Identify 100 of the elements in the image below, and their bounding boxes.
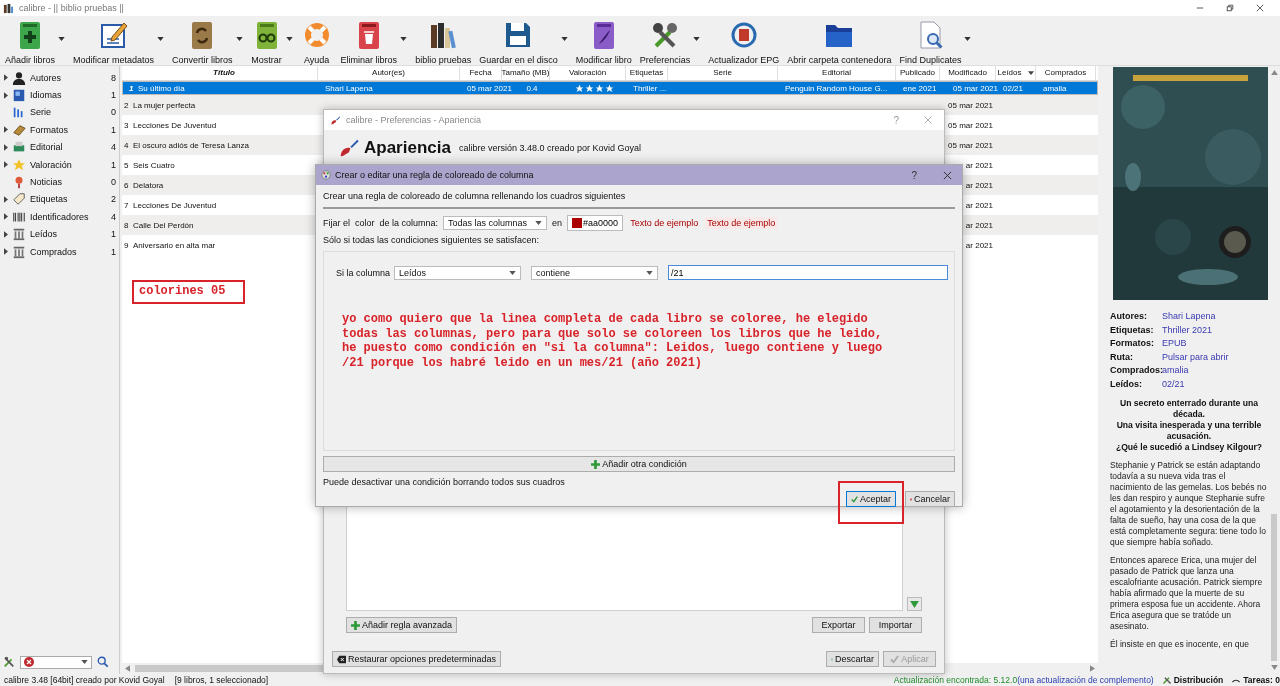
sample-text: Texto de ejemplo bbox=[705, 217, 778, 229]
field-link[interactable]: Thriller 2021 bbox=[1162, 324, 1268, 335]
annotation-note: yo como quiero que la linea completa de cada libro se coloree, he elegido todas las columnas, pero para que solo se coloreen los libros que he leido, he puesto como condición en "si la columna": Leidos, luego contiene y luego /21 porque los habré leido en un mes/21 (año 2021) bbox=[342, 312, 884, 371]
column-header[interactable]: Editorial bbox=[778, 66, 896, 80]
scroll-right-icon[interactable] bbox=[1087, 665, 1098, 672]
column-header[interactable]: Tamaño (MB) bbox=[502, 66, 550, 80]
expand-icon[interactable] bbox=[4, 91, 8, 99]
toolbar-button[interactable]: biblio pruebas bbox=[413, 16, 474, 65]
expand-icon[interactable] bbox=[4, 161, 8, 169]
table-row[interactable]: 1 Su último día Shari Lapena 05 mar 2021 0.4 Thriller ... Penguin Random House G... ene 2021 05 mar 2021 02/21 amalia bbox=[122, 81, 1098, 95]
status-text[interactable]: Tareas: 0 bbox=[1243, 675, 1280, 685]
value-input[interactable]: /21 bbox=[668, 265, 949, 280]
expand-icon[interactable] bbox=[4, 230, 8, 238]
field-link[interactable]: Pulsar para abrir bbox=[1162, 351, 1268, 362]
scrollbar-thumb[interactable] bbox=[1271, 514, 1277, 661]
tag-browser-item[interactable]: Autores 8 bbox=[0, 69, 119, 87]
table-cell: Lecciones De Juventud bbox=[133, 200, 217, 210]
column-header[interactable]: Serie bbox=[668, 66, 778, 80]
expand-icon[interactable] bbox=[4, 195, 8, 203]
expand-icon[interactable] bbox=[4, 213, 8, 221]
color-button[interactable]: #aa0000 bbox=[567, 215, 624, 231]
status-text[interactable]: Distribución bbox=[1173, 675, 1224, 685]
column-header[interactable]: Etiquetas bbox=[626, 66, 668, 80]
item-count: 1 bbox=[110, 229, 117, 240]
toolbar-button[interactable]: Preferencias bbox=[637, 16, 703, 65]
tag-browser-item[interactable]: Comprados 1 bbox=[0, 242, 119, 261]
add-rule-button[interactable]: Añadir regla avanzada bbox=[346, 617, 458, 633]
column-header[interactable]: Modificado bbox=[940, 66, 996, 80]
scroll-left-icon[interactable] bbox=[122, 665, 133, 672]
close-icon[interactable] bbox=[943, 170, 952, 180]
tag-browser-item[interactable]: Idiomas 1 bbox=[0, 86, 119, 104]
operator-dropdown[interactable]: contiene bbox=[531, 265, 659, 280]
toolbar-button[interactable]: Find Duplicates bbox=[897, 16, 974, 65]
field-link[interactable]: amalia bbox=[1162, 365, 1268, 375]
tag-browser-item[interactable]: Formatos 1 bbox=[0, 121, 119, 139]
column-header[interactable]: Título bbox=[131, 66, 318, 80]
scroll-down-icon[interactable] bbox=[1270, 665, 1278, 670]
table-cell: 05 mar 2021 bbox=[467, 83, 512, 93]
tag-browser-item[interactable]: Leídos 1 bbox=[0, 225, 119, 243]
restore-defaults-button[interactable]: Restaurar opciones predeterminadas bbox=[332, 651, 502, 667]
tag-browser-item[interactable]: Valoración 1 bbox=[0, 155, 119, 174]
dialog-button[interactable]: Aceptar bbox=[846, 491, 896, 507]
item-count: 1 bbox=[110, 159, 117, 170]
move-down-button[interactable] bbox=[907, 597, 922, 611]
toolbar-button[interactable]: Guardar en el disco bbox=[477, 16, 570, 65]
item-label: Noticias bbox=[30, 177, 63, 188]
field-link[interactable]: Shari Lapena bbox=[1162, 311, 1268, 321]
table-cell: ar 2021 bbox=[965, 180, 993, 190]
tag-browser-item[interactable]: Editorial 4 bbox=[0, 138, 119, 156]
item-count: 0 bbox=[110, 177, 117, 188]
tag-browser-item[interactable]: Serie 0 bbox=[0, 103, 119, 122]
tag-browser-item[interactable]: Etiquetas 2 bbox=[0, 190, 119, 209]
field-label: en bbox=[552, 218, 563, 228]
close-icon[interactable] bbox=[1256, 4, 1264, 12]
search-field[interactable] bbox=[20, 655, 92, 669]
toolbar-button[interactable]: Convertir libros bbox=[170, 16, 245, 65]
tag-browser-item[interactable]: Identificadores 4 bbox=[0, 208, 119, 226]
table-cell: Thriller ... bbox=[633, 83, 667, 93]
toolbar-button[interactable]: Actualizador EPG bbox=[706, 16, 782, 65]
caret-icon bbox=[964, 37, 972, 41]
rating-star bbox=[594, 83, 604, 93]
field-link[interactable]: 02/21 bbox=[1162, 378, 1268, 389]
add-condition-button[interactable]: Añadir otra condición bbox=[323, 456, 955, 472]
scroll-up-icon[interactable] bbox=[1270, 70, 1278, 75]
expand-icon[interactable] bbox=[4, 143, 8, 151]
restore-icon[interactable] bbox=[1226, 4, 1234, 12]
toolbar-button[interactable]: Modificar metadatos bbox=[71, 16, 167, 65]
discard-button[interactable]: Descartar bbox=[826, 651, 879, 667]
sample-text: Texto de ejemplo bbox=[629, 217, 700, 229]
column-header[interactable]: Fecha bbox=[460, 66, 502, 80]
search-icon[interactable] bbox=[97, 656, 109, 668]
dialog-button[interactable]: Cancelar bbox=[905, 491, 955, 507]
toolbar-button[interactable]: Mostrar bbox=[248, 16, 295, 65]
expand-icon[interactable] bbox=[4, 126, 8, 134]
help-button[interactable]: ? bbox=[911, 169, 917, 181]
description-paragraph: Stephanie y Patrick se están adaptando todavía a su nueva vida tras el nacimiento de las gemelas. Los bebés no les dan respiro y aunque Stephanie sufre el agotamiento y la desorientación de la falta de sueño, hay una cosa de la que está completamente segura: tiene todo lo que siempre había soñado. bbox=[1110, 459, 1268, 548]
column-header[interactable]: Leídos bbox=[996, 66, 1036, 80]
column-header[interactable]: Autor(es) bbox=[318, 66, 460, 80]
expand-icon[interactable] bbox=[4, 248, 8, 256]
toolbar-button[interactable]: Eliminar libros bbox=[338, 16, 410, 65]
clear-icon[interactable] bbox=[24, 657, 34, 667]
column-dropdown[interactable]: Todas las columnas bbox=[443, 216, 548, 230]
toolbar-button[interactable]: Abrir carpeta contenedora bbox=[785, 16, 894, 65]
field-link[interactable]: EPUB bbox=[1162, 338, 1268, 348]
description-paragraph: Él insiste en que es inocente, en que bbox=[1110, 638, 1250, 650]
export-button[interactable]: Exportar bbox=[812, 617, 865, 633]
toolbar-button[interactable]: Ayuda bbox=[298, 16, 335, 65]
tag-browser-item[interactable]: Noticias 0 bbox=[0, 173, 119, 191]
toolbar-button[interactable]: Modificar libro bbox=[573, 16, 634, 65]
import-button[interactable]: Importar bbox=[869, 617, 922, 633]
item-count: 4 bbox=[110, 211, 117, 222]
column-dropdown[interactable]: Leídos bbox=[394, 265, 522, 280]
dropdown-icon[interactable] bbox=[81, 660, 88, 664]
tools-icon[interactable] bbox=[3, 656, 15, 668]
expand-icon[interactable] bbox=[4, 74, 8, 82]
toolbar-button[interactable]: Añadir libros bbox=[3, 16, 68, 65]
column-header[interactable]: Publicado bbox=[896, 66, 940, 80]
column-header[interactable]: Comprados bbox=[1036, 66, 1096, 80]
update-link[interactable]: Actualización encontrada: 5.12.0(una actualización de complemento) bbox=[893, 675, 1154, 685]
column-header[interactable]: Valoración bbox=[550, 66, 626, 80]
